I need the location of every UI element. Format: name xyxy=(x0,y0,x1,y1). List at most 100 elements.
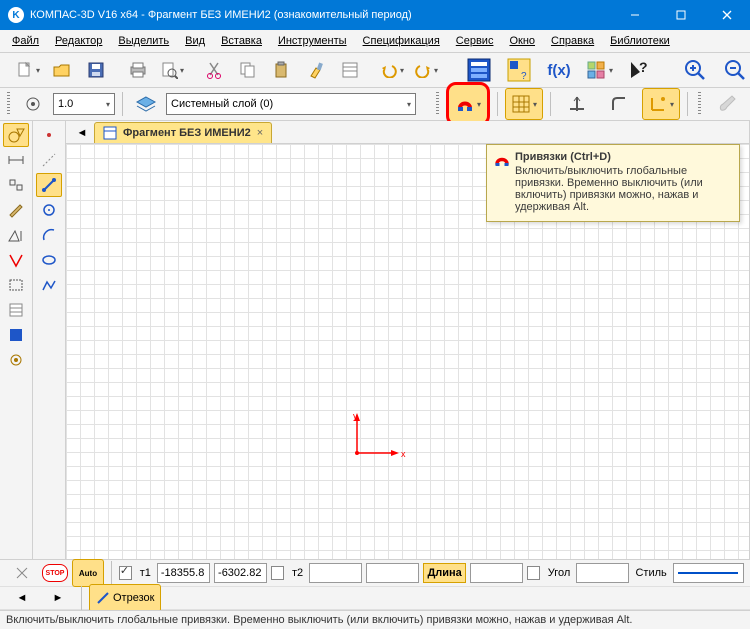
style-combo[interactable] xyxy=(673,563,744,583)
segment-tab-label: Отрезок xyxy=(113,592,154,604)
window-title: КОМПАС-3D V16 x64 - Фрагмент БЕЗ ИМЕНИ2 … xyxy=(30,9,612,21)
ellipse-button[interactable] xyxy=(36,248,62,272)
menu-help[interactable]: Справка xyxy=(543,32,602,50)
tooltip-title: Привязки (Ctrl+D) xyxy=(515,151,731,163)
title-bar: K КОМПАС-3D V16 x64 - Фрагмент БЕЗ ИМЕНИ… xyxy=(0,0,750,30)
edit-button[interactable] xyxy=(3,198,29,222)
save-button[interactable] xyxy=(80,56,112,84)
t2-lock-toggle[interactable] xyxy=(271,566,284,580)
round-button[interactable] xyxy=(600,88,638,120)
menu-view[interactable]: Вид xyxy=(177,32,213,50)
origin-icon: x y xyxy=(349,411,409,461)
create-object-button[interactable] xyxy=(6,559,38,587)
minimize-button[interactable] xyxy=(612,0,658,30)
paste-button[interactable] xyxy=(266,56,298,84)
segment-tab[interactable]: Отрезок xyxy=(89,584,161,612)
aux-line-button[interactable] xyxy=(36,148,62,172)
toolbar-handle[interactable] xyxy=(698,92,701,116)
toolbar-handle[interactable] xyxy=(7,92,10,116)
undo-button[interactable] xyxy=(376,56,408,84)
phantom-prev-button[interactable]: ◄ xyxy=(6,584,38,612)
angle-label: Угол xyxy=(546,567,573,579)
svg-text:?: ? xyxy=(521,71,527,82)
t1-lock-toggle[interactable] xyxy=(119,566,132,580)
status-bar: Включить/выключить глобальные привязки. … xyxy=(0,610,750,629)
symbols-button[interactable] xyxy=(3,173,29,197)
brush-icon xyxy=(708,88,746,120)
measure-button[interactable] xyxy=(3,248,29,272)
menu-edit[interactable]: Редактор xyxy=(47,32,110,50)
drawing-canvas[interactable]: x y Привязки (Ctrl+D) Включить/выключить… xyxy=(66,144,749,559)
layer-combo[interactable]: Системный слой (0) xyxy=(166,93,416,115)
tooltip-body: Включить/выключить глобальные привязки. … xyxy=(515,165,731,213)
t2-y-input[interactable] xyxy=(366,563,419,583)
ortho-button[interactable] xyxy=(558,88,596,120)
layers-icon[interactable] xyxy=(130,90,162,118)
help-button[interactable]: ? xyxy=(620,54,658,86)
cut-button[interactable] xyxy=(198,56,230,84)
t2-x-input[interactable] xyxy=(309,563,362,583)
spec-button[interactable] xyxy=(3,298,29,322)
grid-button[interactable] xyxy=(505,88,543,120)
insert-button[interactable] xyxy=(3,348,29,372)
length-label: Длина xyxy=(423,563,465,583)
maximize-button[interactable] xyxy=(658,0,704,30)
variables-button[interactable]: ? xyxy=(500,54,538,86)
polyline-button[interactable] xyxy=(36,273,62,297)
local-cs-button[interactable] xyxy=(642,88,680,120)
auto-create-button[interactable]: Auto xyxy=(72,559,104,587)
menu-spec[interactable]: Спецификация xyxy=(355,32,448,50)
angle-input[interactable] xyxy=(576,563,629,583)
point-button[interactable] xyxy=(36,123,62,147)
fx-button[interactable]: f(x) xyxy=(540,54,578,86)
open-button[interactable] xyxy=(46,56,78,84)
document-tabs: ◄ Фрагмент БЕЗ ИМЕНИ2 × xyxy=(66,121,749,144)
select-button[interactable] xyxy=(3,273,29,297)
t1-y-input[interactable]: -6302.82 xyxy=(214,563,267,583)
left-toolbar-1 xyxy=(0,121,33,559)
params-button[interactable] xyxy=(3,223,29,247)
left-toolbar-2 xyxy=(33,121,66,559)
canvas-area: ◄ Фрагмент БЕЗ ИМЕНИ2 × x y xyxy=(66,121,750,559)
reports-button[interactable] xyxy=(3,323,29,347)
circle-button[interactable] xyxy=(36,198,62,222)
t1-x-input[interactable]: -18355.8 xyxy=(157,563,210,583)
document-tab[interactable]: Фрагмент БЕЗ ИМЕНИ2 × xyxy=(94,122,272,143)
phantom-next-button[interactable]: ► xyxy=(42,584,74,612)
menu-service[interactable]: Сервис xyxy=(448,32,502,50)
properties-button[interactable] xyxy=(334,56,366,84)
angle-lock-toggle[interactable] xyxy=(527,566,540,580)
redo-button[interactable] xyxy=(410,56,442,84)
work-area: ◄ Фрагмент БЕЗ ИМЕНИ2 × x y xyxy=(0,121,750,559)
line-scale-combo[interactable]: 1.0 xyxy=(53,93,115,115)
dimensions-button[interactable] xyxy=(3,148,29,172)
stop-button[interactable]: STOP xyxy=(42,564,68,582)
copy-button[interactable] xyxy=(232,56,264,84)
menu-file[interactable]: Файл xyxy=(4,32,47,50)
current-state-button[interactable] xyxy=(17,90,49,118)
tab-close-button[interactable]: × xyxy=(257,127,263,139)
t2-label: т2 xyxy=(290,567,305,579)
format-painter-button[interactable] xyxy=(300,56,332,84)
menu-window[interactable]: Окно xyxy=(501,32,543,50)
print-preview-button[interactable] xyxy=(156,56,188,84)
print-button[interactable] xyxy=(122,56,154,84)
style-label: Стиль xyxy=(633,567,668,579)
library-button[interactable] xyxy=(580,54,618,86)
new-button[interactable] xyxy=(12,56,44,84)
geometry-button[interactable] xyxy=(3,123,29,147)
segment-button[interactable] xyxy=(36,173,62,197)
menu-insert[interactable]: Вставка xyxy=(213,32,270,50)
menu-select[interactable]: Выделить xyxy=(110,32,177,50)
close-button[interactable] xyxy=(704,0,750,30)
arc-button[interactable] xyxy=(36,223,62,247)
menu-tools[interactable]: Инструменты xyxy=(270,32,355,50)
length-input[interactable] xyxy=(470,563,523,583)
property-bar: STOP Auto т1 -18355.8 -6302.82 т2 Длина … xyxy=(0,559,750,610)
toolbar-handle[interactable] xyxy=(436,92,439,116)
zoom-in-button[interactable] xyxy=(676,54,714,86)
snap-button[interactable] xyxy=(446,82,490,126)
tab-nav-left[interactable]: ◄ xyxy=(70,123,94,143)
menu-libs[interactable]: Библиотеки xyxy=(602,32,678,50)
zoom-out-button[interactable] xyxy=(716,54,750,86)
